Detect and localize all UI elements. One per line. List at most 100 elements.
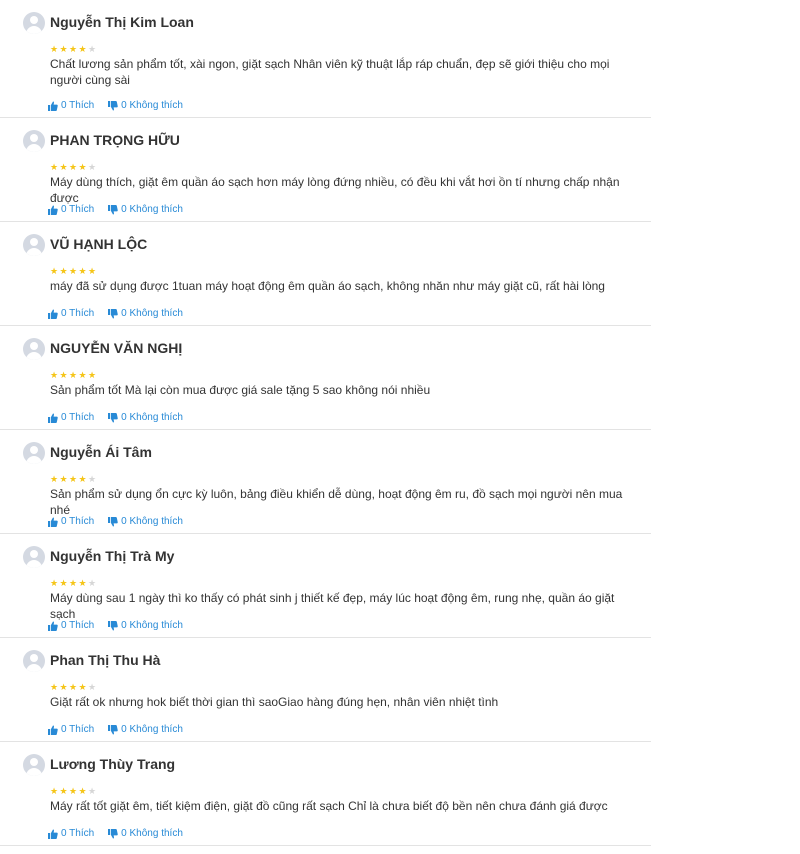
- star-icon: ★: [50, 474, 59, 484]
- star-icon: ★: [69, 162, 78, 172]
- star-icon: ★: [59, 578, 68, 588]
- reviewer-name: Nguyễn Thị Kim Loan: [50, 14, 194, 30]
- like-button[interactable]: 0 Thích: [48, 100, 94, 111]
- star-icon: ★: [59, 682, 68, 692]
- dislike-count: 0 Không thích: [121, 620, 183, 631]
- star-icon: ★: [78, 266, 87, 276]
- star-icon: ★: [78, 682, 87, 692]
- avatar-icon: [23, 130, 45, 152]
- review-content: Sản phẩm tốt Mà lại còn mua được giá sal…: [50, 383, 431, 397]
- review-actions: 0 Thích 0 Không thích: [48, 620, 183, 631]
- avatar-icon: [23, 442, 45, 464]
- like-count: 0 Thích: [61, 308, 95, 319]
- avatar-icon: [23, 234, 45, 256]
- like-count: 0 Thích: [61, 828, 95, 839]
- dislike-button[interactable]: 0 Không thích: [108, 100, 183, 111]
- thumbs-up-icon: [48, 308, 58, 319]
- review-actions: 0 Thích 0 Không thích: [48, 516, 183, 527]
- star-icon: ★: [88, 266, 97, 276]
- review-actions: 0 Thích 0 Không thích: [48, 100, 183, 111]
- star-icon: ★: [59, 44, 68, 54]
- review-list: Nguyễn Thị Kim Loan ★ ★ ★ ★ ★ Chất lương sản…: [0, 0, 800, 846]
- dislike-count: 0 Không thích: [121, 828, 183, 839]
- reviewer-name: NGUYỄN VĂN NGHỊ: [50, 340, 183, 356]
- star-icon: ★: [50, 578, 59, 588]
- review-content: Giặt rất ok nhưng hok biết thời gian thì…: [50, 695, 499, 709]
- star-icon: ★: [50, 786, 59, 796]
- thumbs-down-icon: [108, 412, 118, 423]
- review-content: Máy dùng thích, giặt êm quần áo sạch hơn…: [50, 175, 620, 205]
- review-content: Sản phẩm sử dụng ổn cực kỳ luôn, bảng đi…: [50, 487, 623, 517]
- star-icon: ★: [69, 474, 78, 484]
- avatar-icon: [23, 650, 45, 672]
- thumbs-down-icon: [108, 516, 118, 527]
- like-button[interactable]: 0 Thích: [48, 724, 94, 735]
- star-icon: ★: [78, 162, 87, 172]
- thumbs-up-icon: [48, 828, 58, 839]
- star-rating: ★ ★ ★ ★ ★: [50, 44, 98, 54]
- avatar-icon: [23, 12, 45, 34]
- dislike-button[interactable]: 0 Không thích: [108, 516, 183, 527]
- dislike-button[interactable]: 0 Không thích: [108, 828, 183, 839]
- dislike-count: 0 Không thích: [121, 724, 183, 735]
- star-rating: ★ ★ ★ ★ ★: [50, 474, 98, 484]
- star-icon: ★: [88, 370, 97, 380]
- dislike-button[interactable]: 0 Không thích: [108, 620, 183, 631]
- star-rating: ★ ★ ★ ★ ★: [50, 162, 98, 172]
- like-count: 0 Thích: [61, 204, 95, 215]
- thumbs-down-icon: [108, 828, 118, 839]
- thumbs-up-icon: [48, 724, 58, 735]
- like-count: 0 Thích: [61, 516, 95, 527]
- review-actions: 0 Thích 0 Không thích: [48, 204, 183, 215]
- like-button[interactable]: 0 Thích: [48, 412, 94, 423]
- like-button[interactable]: 0 Thích: [48, 828, 94, 839]
- dislike-count: 0 Không thích: [121, 412, 183, 423]
- reviewer-name: Nguyễn Thị Trà My: [50, 548, 175, 564]
- review-item: Nguyễn Ái Tâm ★ ★ ★ ★ ★ Sản phẩm sử dụng ổn …: [0, 430, 651, 534]
- dislike-count: 0 Không thích: [121, 204, 183, 215]
- star-rating: ★ ★ ★ ★ ★: [50, 266, 98, 276]
- like-button[interactable]: 0 Thích: [48, 620, 94, 631]
- star-icon: ★: [69, 682, 78, 692]
- like-button[interactable]: 0 Thích: [48, 516, 94, 527]
- dislike-button[interactable]: 0 Không thích: [108, 308, 183, 319]
- like-button[interactable]: 0 Thích: [48, 204, 94, 215]
- star-icon: ★: [88, 786, 97, 796]
- star-icon: ★: [50, 682, 59, 692]
- reviewer-name: Phan Thị Thu Hà: [50, 652, 161, 668]
- review-actions: 0 Thích 0 Không thích: [48, 412, 183, 423]
- star-icon: ★: [88, 682, 97, 692]
- like-button[interactable]: 0 Thích: [48, 308, 94, 319]
- dislike-count: 0 Không thích: [121, 516, 183, 527]
- review-item: Phan Thị Thu Hà ★ ★ ★ ★ ★ Giặt rất ok nhưng …: [0, 638, 651, 742]
- like-count: 0 Thích: [61, 100, 95, 111]
- like-count: 0 Thích: [61, 724, 95, 735]
- star-icon: ★: [50, 370, 59, 380]
- reviewer-name: PHAN TRỌNG HỮU: [50, 132, 180, 148]
- star-icon: ★: [88, 474, 97, 484]
- thumbs-up-icon: [48, 204, 58, 215]
- dislike-button[interactable]: 0 Không thích: [108, 412, 183, 423]
- star-icon: ★: [50, 162, 59, 172]
- thumbs-up-icon: [48, 100, 58, 111]
- review-actions: 0 Thích 0 Không thích: [48, 828, 183, 839]
- star-icon: ★: [78, 474, 87, 484]
- thumbs-down-icon: [108, 308, 118, 319]
- star-icon: ★: [88, 44, 97, 54]
- thumbs-down-icon: [108, 100, 118, 111]
- thumbs-down-icon: [108, 620, 118, 631]
- star-rating: ★ ★ ★ ★ ★: [50, 786, 98, 796]
- dislike-button[interactable]: 0 Không thích: [108, 204, 183, 215]
- star-icon: ★: [69, 578, 78, 588]
- star-icon: ★: [59, 474, 68, 484]
- thumbs-up-icon: [48, 412, 58, 423]
- avatar-icon: [23, 338, 45, 360]
- thumbs-down-icon: [108, 204, 118, 215]
- thumbs-up-icon: [48, 516, 58, 527]
- star-icon: ★: [78, 370, 87, 380]
- dislike-button[interactable]: 0 Không thích: [108, 724, 183, 735]
- avatar-icon: [23, 754, 45, 776]
- star-icon: ★: [50, 266, 59, 276]
- review-item: VŨ HẠNH LỘC ★ ★ ★ ★ ★ máy đã sử dụng được 1t…: [0, 222, 651, 326]
- review-content: Máy dùng sau 1 ngày thì ko thấy có phát …: [50, 591, 615, 621]
